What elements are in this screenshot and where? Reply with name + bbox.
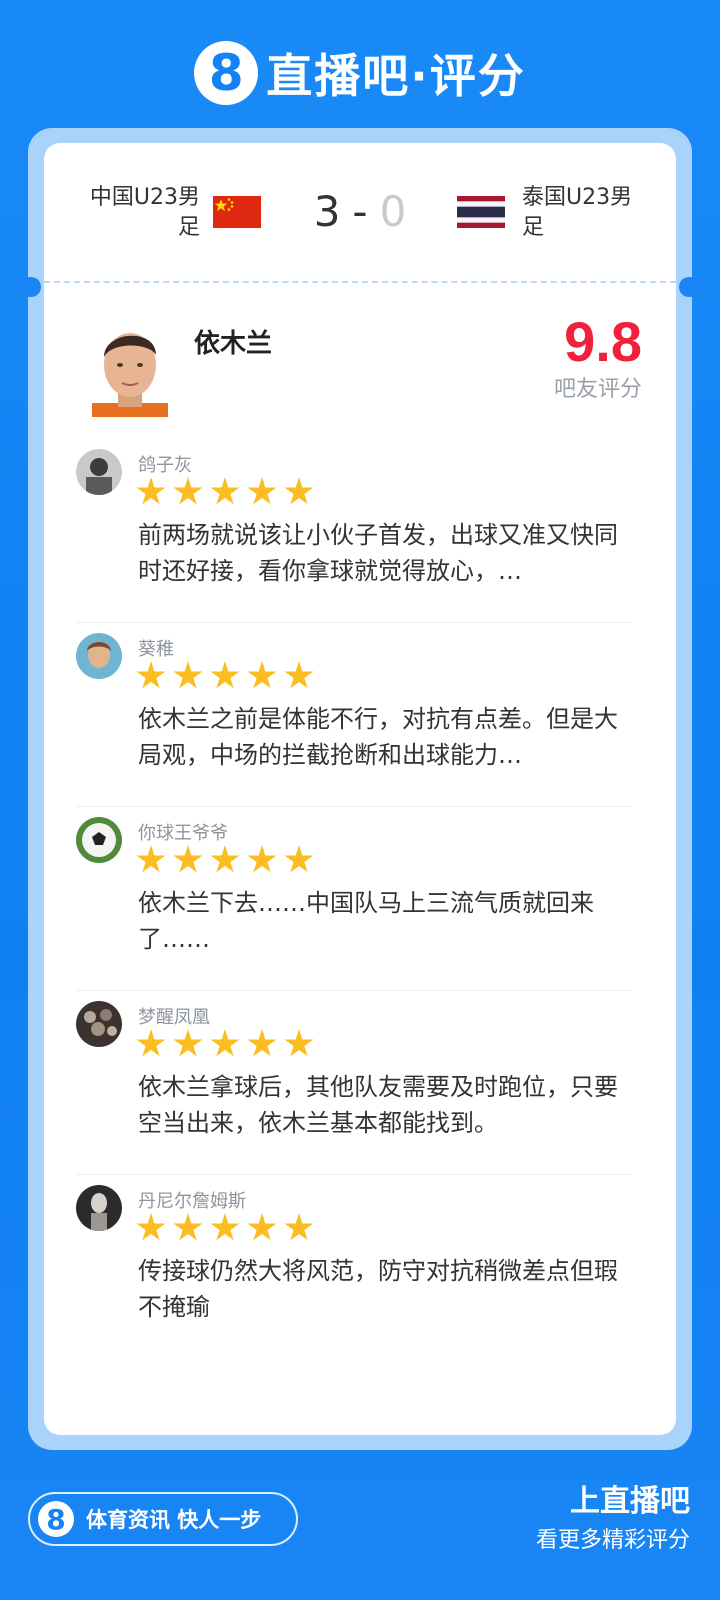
ticket-divider xyxy=(44,281,676,283)
app-slogan-badge[interactable]: 8 体育资讯 快人一步 xyxy=(28,1492,298,1546)
avatar[interactable] xyxy=(76,449,122,495)
comment-text[interactable]: 依木兰下去……中国队马上三流气质就回来了…… xyxy=(138,885,624,957)
player-rating: 9.8 xyxy=(564,310,642,373)
star-icon xyxy=(284,477,314,505)
comment-item[interactable]: 丹尼尔詹姆斯 传接球仍然大将风范，防守对抗稍微差点但瑕不掩瑜 xyxy=(76,1175,632,1358)
avatar[interactable] xyxy=(76,1001,122,1047)
comment-text[interactable]: 依木兰拿球后，其他队友需要及时跑位，只要空当出来，依木兰基本都能找到。 xyxy=(138,1069,624,1141)
star-icon xyxy=(173,1029,203,1057)
home-team-name: 中国U23男足 xyxy=(89,185,200,240)
comment-text[interactable]: 前两场就说该让小伙子首发，出球又准又快同时还好接，看你拿球就觉得放心，… xyxy=(138,517,624,589)
comment-item[interactable]: 鸽子灰 前两场就说该让小伙子首发，出球又准又快同时还好接，看你拿球就觉得放心，… xyxy=(76,439,632,623)
header-logo: 8 直播吧·评分 xyxy=(0,38,720,108)
away-team-name: 泰国U23男足 xyxy=(522,185,633,240)
app-title: 直播吧·评分 xyxy=(266,49,526,103)
star-icon xyxy=(210,661,240,689)
star-icon xyxy=(136,845,166,873)
match-score: 3 - 0 xyxy=(300,183,420,239)
star-icon xyxy=(247,477,277,505)
ticket-notch-left xyxy=(21,277,41,297)
comment-username[interactable]: 葵稚 xyxy=(138,635,174,661)
star-icon xyxy=(284,661,314,689)
star-icon xyxy=(247,845,277,873)
thailand-flag-icon xyxy=(457,196,505,228)
brand-logo-icon: 8 xyxy=(38,1501,74,1537)
comment-username[interactable]: 你球王爷爷 xyxy=(138,819,228,845)
footer-subtitle: 看更多精彩评分 xyxy=(535,1528,690,1553)
star-rating xyxy=(136,661,321,691)
ticket-notch-right xyxy=(679,277,699,297)
star-icon xyxy=(173,477,203,505)
star-icon xyxy=(210,1213,240,1241)
star-rating xyxy=(136,845,321,875)
comment-text[interactable]: 依木兰之前是体能不行，对抗有点差。但是大局观，中场的拦截抢断和出球能力… xyxy=(138,701,624,773)
avatar[interactable] xyxy=(76,633,122,679)
comment-item[interactable]: 梦醒凤凰 依木兰拿球后，其他队友需要及时跑位，只要空当出来，依木兰基本都能找到。 xyxy=(76,991,632,1175)
rating-card: 中国U23男足 3 - 0 泰国U23男足 依木兰 9.8 吧友评分 鸽子灰 前… xyxy=(44,143,676,1435)
star-rating xyxy=(136,1213,321,1243)
star-icon xyxy=(136,661,166,689)
comment-item[interactable]: 葵稚 依木兰之前是体能不行，对抗有点差。但是大局观，中场的拦截抢断和出球能力… xyxy=(76,623,632,807)
star-icon xyxy=(136,1213,166,1241)
star-icon xyxy=(173,1213,203,1241)
away-score: 0 xyxy=(379,186,407,236)
brand-logo-icon: 8 xyxy=(194,41,259,105)
player-photo xyxy=(88,321,172,417)
home-score: 3 xyxy=(313,186,341,236)
star-icon xyxy=(284,845,314,873)
star-icon xyxy=(210,1029,240,1057)
star-icon xyxy=(210,845,240,873)
star-rating xyxy=(136,1029,321,1059)
score-separator: - xyxy=(352,186,368,236)
star-icon xyxy=(136,1029,166,1057)
rating-label: 吧友评分 xyxy=(553,377,642,402)
star-icon xyxy=(247,1029,277,1057)
star-icon xyxy=(136,477,166,505)
comment-list: 鸽子灰 前两场就说该让小伙子首发，出球又准又快同时还好接，看你拿球就觉得放心，…… xyxy=(76,439,632,1358)
star-rating xyxy=(136,477,321,507)
comment-item[interactable]: 你球王爷爷 依木兰下去……中国队马上三流气质就回来了…… xyxy=(76,807,632,991)
star-icon xyxy=(247,1213,277,1241)
avatar[interactable] xyxy=(76,817,122,863)
comment-text[interactable]: 传接球仍然大将风范，防守对抗稍微差点但瑕不掩瑜 xyxy=(138,1253,624,1325)
comment-username[interactable]: 梦醒凤凰 xyxy=(138,1003,210,1029)
comment-username[interactable]: 鸽子灰 xyxy=(138,451,192,477)
star-icon xyxy=(247,661,277,689)
star-icon xyxy=(284,1213,314,1241)
footer-cta[interactable]: 上直播吧 xyxy=(570,1476,690,1520)
china-flag-icon xyxy=(213,196,261,228)
star-icon xyxy=(210,477,240,505)
match-header: 中国U23男足 3 - 0 泰国U23男足 xyxy=(44,143,676,283)
avatar[interactable] xyxy=(76,1185,122,1231)
star-icon xyxy=(284,1029,314,1057)
star-icon xyxy=(173,845,203,873)
slogan-text: 体育资讯 快人一步 xyxy=(86,1508,262,1532)
comment-username[interactable]: 丹尼尔詹姆斯 xyxy=(138,1187,246,1213)
star-icon xyxy=(173,661,203,689)
player-name: 依木兰 xyxy=(194,329,273,359)
